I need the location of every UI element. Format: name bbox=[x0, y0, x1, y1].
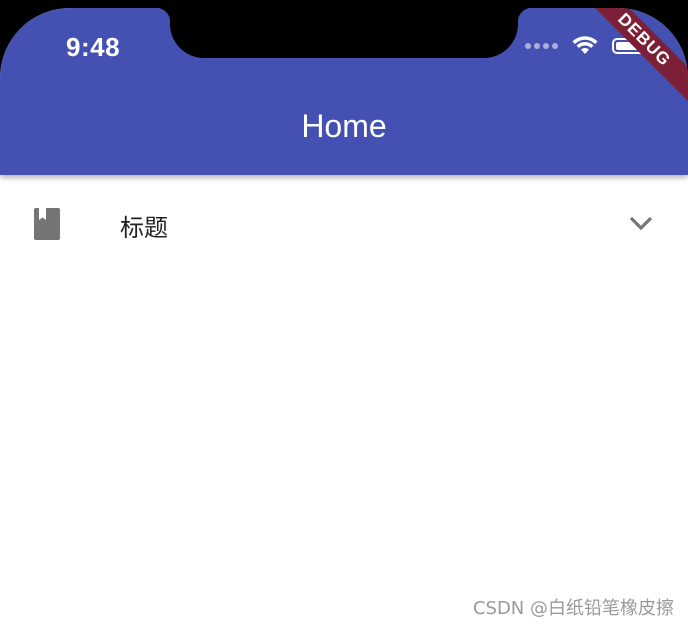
book-icon bbox=[34, 208, 60, 240]
screen: 9:48 Home DEBUG 标题 CSDN @白纸铅笔橡皮擦 bbox=[0, 8, 688, 628]
device-notch bbox=[156, 8, 532, 58]
device-frame: 9:48 Home DEBUG 标题 CSDN @白纸铅笔橡皮擦 bbox=[0, 0, 688, 628]
expansion-tile[interactable]: 标题 bbox=[0, 175, 688, 271]
page-title: Home bbox=[301, 108, 387, 144]
tile-title: 标题 bbox=[120, 214, 168, 242]
status-time: 9:48 bbox=[66, 32, 121, 62]
chevron-down-icon[interactable] bbox=[628, 213, 654, 233]
wifi-icon bbox=[572, 36, 598, 54]
cellular-signal-icon bbox=[525, 43, 558, 49]
watermark: CSDN @白纸铅笔橡皮擦 bbox=[472, 598, 674, 619]
debug-banner: DEBUG bbox=[578, 8, 688, 106]
